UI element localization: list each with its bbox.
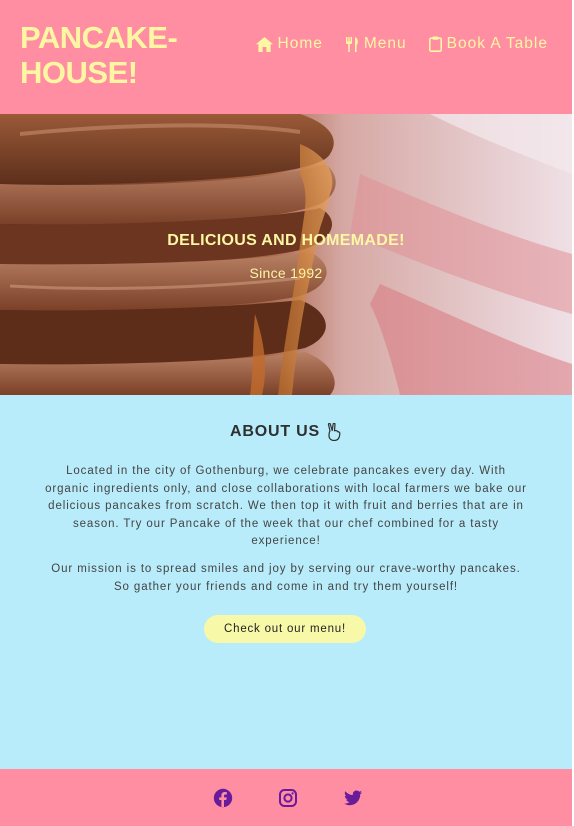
instagram-icon[interactable] — [278, 788, 298, 808]
site-footer — [0, 769, 572, 826]
about-section: ABOUT US Located in the city of Gothenbu… — [0, 395, 572, 769]
twitter-icon[interactable] — [343, 788, 363, 808]
about-paragraph-1: Located in the city of Gothenburg, we ce… — [45, 465, 527, 547]
about-heading: ABOUT US — [0, 423, 572, 441]
facebook-icon[interactable] — [213, 788, 233, 808]
about-title-text: ABOUT US — [230, 423, 320, 440]
nav-home-label: Home — [277, 35, 323, 52]
nav-menu[interactable]: Menu — [345, 35, 407, 53]
peace-hand-icon — [327, 423, 341, 441]
hero-banner: DELICIOUS AND HOMEMADE! Since 1992 — [0, 114, 572, 395]
about-paragraph-2: Our mission is to spread smiles and joy … — [51, 563, 521, 593]
pancake-stack-image — [0, 114, 572, 395]
check-menu-button[interactable]: Check out our menu! — [204, 615, 366, 643]
utensils-icon — [345, 36, 358, 52]
nav-book-table-label: Book A Table — [446, 35, 548, 52]
main-nav: Home Menu Book A Table — [255, 35, 549, 53]
nav-menu-label: Menu — [363, 35, 407, 52]
home-icon — [255, 36, 273, 52]
nav-book-table[interactable]: Book A Table — [428, 35, 548, 53]
hero-subtitle: Since 1992 — [249, 265, 323, 281]
clipboard-icon — [428, 36, 442, 52]
hero-title: DELICIOUS AND HOMEMADE! — [167, 232, 405, 249]
site-logo[interactable]: PANCAKE-HOUSE! — [20, 20, 190, 90]
nav-home[interactable]: Home — [255, 35, 323, 53]
site-header: PANCAKE-HOUSE! Home Menu Book A Table — [0, 0, 572, 114]
